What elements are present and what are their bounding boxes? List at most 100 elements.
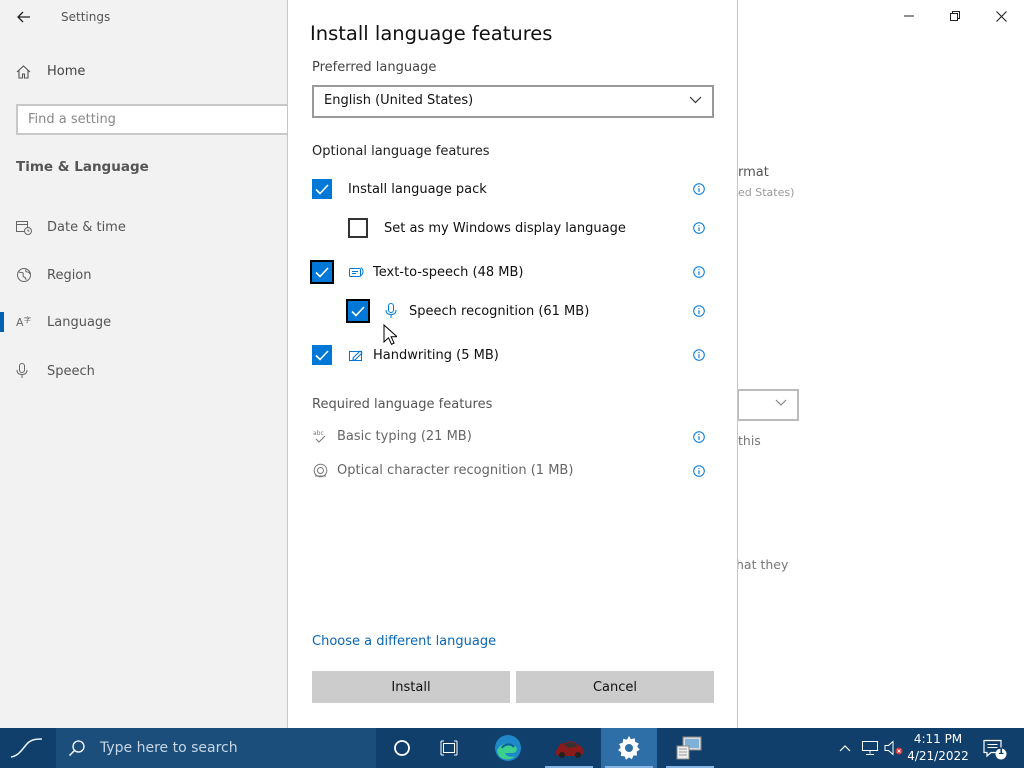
cortana-icon xyxy=(394,740,410,756)
info-icon[interactable] xyxy=(692,430,706,444)
dialog-title: Install language features xyxy=(310,22,553,45)
microphone-icon xyxy=(16,363,32,379)
show-hidden-icons-button[interactable] xyxy=(836,744,854,752)
text-to-speech-checkbox[interactable] xyxy=(310,260,334,284)
action-center-button[interactable]: 1 xyxy=(980,734,1008,762)
network-icon xyxy=(862,741,878,755)
install-button[interactable]: Install xyxy=(312,671,510,703)
svg-text:A: A xyxy=(16,316,24,329)
checkmark-icon xyxy=(315,349,329,361)
edge-app-button[interactable] xyxy=(480,728,536,768)
feature-label: Text-to-speech (48 MB) xyxy=(373,264,524,280)
checkmark-icon xyxy=(315,183,329,195)
bg-text-format: rmat xyxy=(738,165,769,180)
speech-recognition-checkbox[interactable] xyxy=(346,299,370,323)
info-icon[interactable] xyxy=(692,182,706,196)
feature-speech-recognition[interactable]: Speech recognition (61 MB) xyxy=(346,299,590,323)
required-basic-typing: abc Basic typing (21 MB) xyxy=(312,426,472,446)
computer-network-icon xyxy=(676,736,702,760)
feature-handwriting[interactable]: Handwriting (5 MB) xyxy=(312,343,499,367)
bg-text-that-they: hat they xyxy=(736,557,789,572)
feature-label: Set as my Windows display language xyxy=(384,220,626,236)
bg-text-this: this xyxy=(738,433,761,448)
volume-tray-button[interactable] xyxy=(882,740,906,756)
globe-icon xyxy=(16,267,32,283)
feature-display-language[interactable]: Set as my Windows display language xyxy=(348,216,626,240)
sidebar-item-date-time[interactable]: Date & time xyxy=(0,209,287,245)
svg-text:字: 字 xyxy=(24,315,31,324)
choose-different-language-link[interactable]: Choose a different language xyxy=(312,634,496,649)
feature-label: Speech recognition (61 MB) xyxy=(409,303,590,319)
cancel-button[interactable]: Cancel xyxy=(516,671,714,703)
handwriting-checkbox[interactable] xyxy=(312,345,332,365)
nav-home[interactable]: Home xyxy=(16,64,85,79)
taskbar-search-box[interactable]: Type here to search xyxy=(56,728,376,768)
back-arrow-icon xyxy=(17,11,30,23)
info-icon[interactable] xyxy=(692,464,706,478)
required-features-label: Required language features xyxy=(312,397,493,412)
preferred-language-dropdown[interactable]: English (United States) xyxy=(312,85,714,118)
required-ocr: Optical character recognition (1 MB) xyxy=(312,460,573,480)
search-icon xyxy=(68,740,85,757)
restore-button[interactable] xyxy=(932,0,978,32)
settings-app-button[interactable] xyxy=(601,728,657,768)
feature-label: Install language pack xyxy=(348,181,487,197)
network-app-button[interactable] xyxy=(662,728,718,768)
install-language-features-dialog: Install language features Preferred lang… xyxy=(287,0,738,728)
handwriting-icon xyxy=(347,346,365,364)
section-heading: Time & Language xyxy=(16,159,149,175)
sidebar-item-label: Language xyxy=(47,314,112,330)
minimize-button[interactable] xyxy=(886,0,932,32)
home-icon xyxy=(16,64,32,79)
svg-text:abc: abc xyxy=(313,430,324,437)
network-tray-button[interactable] xyxy=(858,740,882,756)
checkmark-icon xyxy=(315,266,329,278)
find-setting-input[interactable]: Find a setting xyxy=(16,104,306,135)
bg-dropdown[interactable] xyxy=(737,389,799,421)
close-icon xyxy=(995,10,1007,22)
taskbar-clock[interactable]: 4:11 PM 4/21/2022 xyxy=(906,731,970,765)
install-language-pack-checkbox[interactable] xyxy=(312,179,332,199)
ocr-icon xyxy=(312,462,328,478)
close-button[interactable] xyxy=(978,0,1024,32)
info-icon[interactable] xyxy=(692,348,706,362)
window-controls xyxy=(886,0,1024,32)
display-language-checkbox[interactable] xyxy=(348,218,368,238)
taskbar-search-placeholder: Type here to search xyxy=(100,740,238,756)
feature-install-language-pack[interactable]: Install language pack xyxy=(312,177,487,201)
chevron-down-icon xyxy=(775,399,787,406)
game-app-button[interactable] xyxy=(541,728,597,768)
calendar-clock-icon xyxy=(16,220,32,235)
task-view-button[interactable] xyxy=(422,728,478,768)
nav-home-label: Home xyxy=(47,64,86,79)
restore-icon xyxy=(950,11,960,21)
sidebar-item-language[interactable]: A字 Language xyxy=(0,304,287,340)
sidebar-item-speech[interactable]: Speech xyxy=(0,353,287,389)
feature-text-to-speech[interactable]: Text-to-speech (48 MB) xyxy=(310,260,524,284)
clock-time: 4:11 PM xyxy=(913,732,963,746)
required-label: Optical character recognition (1 MB) xyxy=(337,462,574,478)
taskbar: Type here to search 4:11 PM 4/21/2022 1 xyxy=(0,728,1024,768)
basic-typing-icon: abc xyxy=(312,428,328,444)
info-icon[interactable] xyxy=(692,221,706,235)
sidebar-item-label: Region xyxy=(47,267,92,283)
notification-count: 1 xyxy=(997,747,1005,757)
info-icon[interactable] xyxy=(692,265,706,279)
start-logo-icon xyxy=(10,738,43,758)
back-button[interactable] xyxy=(8,4,40,30)
volume-muted-icon xyxy=(884,740,903,756)
clock-date: 4/21/2022 xyxy=(907,749,969,763)
sidebar-item-region[interactable]: Region xyxy=(0,257,287,293)
edge-icon xyxy=(495,735,521,761)
find-setting-placeholder: Find a setting xyxy=(28,112,116,127)
text-to-speech-icon xyxy=(347,263,365,281)
task-view-icon xyxy=(440,740,458,756)
preferred-language-value: English (United States) xyxy=(324,93,474,108)
start-button[interactable] xyxy=(0,728,56,768)
microphone-icon xyxy=(382,302,400,320)
mouse-cursor-icon xyxy=(383,324,397,345)
chevron-up-icon xyxy=(839,745,851,752)
info-icon[interactable] xyxy=(692,304,706,318)
sidebar-item-label: Date & time xyxy=(47,219,126,235)
bg-text-region: ed States) xyxy=(738,186,795,199)
